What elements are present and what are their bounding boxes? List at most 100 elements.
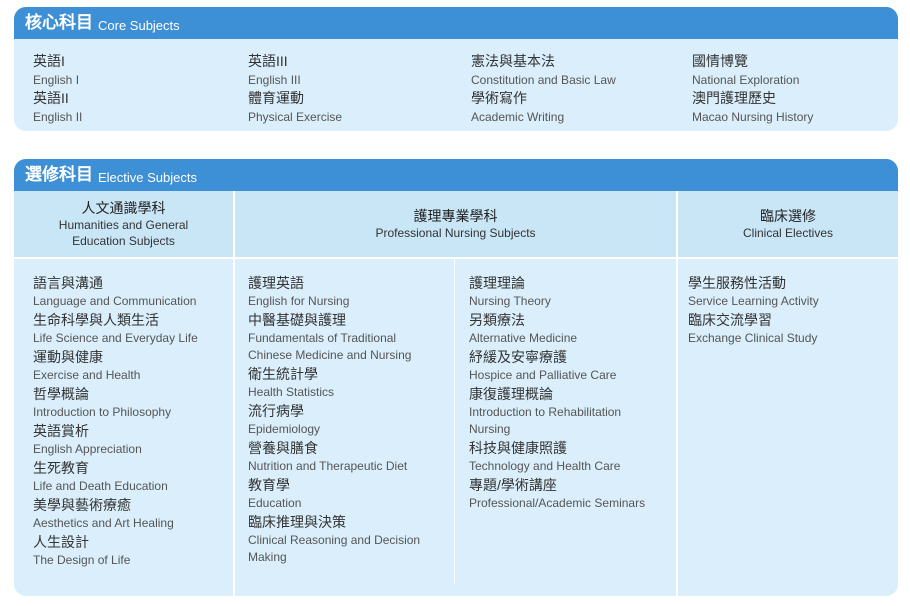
column-divider	[233, 191, 235, 596]
subject-name-en: Life and Death Education	[33, 479, 168, 493]
list-item: 流行病學 Epidemiology	[248, 401, 443, 438]
subject-name-en: Clinical Reasoning and Decision Making	[248, 533, 421, 564]
list-item: 另類療法 Alternative Medicine	[469, 310, 664, 347]
core-subject-zh: 英語II	[33, 90, 69, 106]
subject-name-en: Nutrition and Therapeutic Diet	[248, 459, 408, 473]
subject-name-zh: 流行病學	[248, 403, 304, 419]
list-item: 營養與膳食 Nutrition and Therapeutic Diet	[248, 438, 443, 475]
category-title-en: Education Subjects	[72, 234, 175, 248]
subject-name-en: Exchange Clinical Study	[688, 331, 818, 345]
subject-name-en: Professional/Academic Seminars	[469, 496, 646, 510]
subject-name-en: Life Science and Everyday Life	[33, 331, 198, 345]
subject-name-zh: 中醫基礎與護理	[248, 312, 346, 328]
subject-name-zh: 學生服務性活動	[688, 275, 786, 291]
core-column-4: 國情博覽 National Exploration 澳門護理歷史 Macao N…	[692, 52, 813, 126]
elective-title-en: Elective Subjects	[98, 170, 197, 185]
subject-name-zh: 營養與膳食	[248, 440, 318, 456]
list-item: 專題/學術講座 Professional/Academic Seminars	[469, 475, 664, 512]
core-subjects-card: 核心科目 Core Subjects 英語I English I 英語II En…	[14, 7, 898, 131]
subject-name-zh: 衛生統計學	[248, 366, 318, 382]
subject-name-en: Health Statistics	[248, 385, 335, 399]
core-subjects-grid: 英語I English I 英語II English II 英語III Engl…	[14, 39, 898, 131]
nursing-category-header: 護理專業學科 Professional Nursing Subjects	[235, 191, 676, 257]
core-subject-zh: 國情博覽	[692, 53, 748, 69]
subject-name-en: English Appreciation	[33, 442, 142, 456]
core-subject-en: Academic Writing	[471, 110, 565, 124]
core-subject-zh: 學術寫作	[471, 90, 527, 106]
subject-name-zh: 英語賞析	[33, 423, 89, 439]
subject-name-en: Epidemiology	[248, 422, 321, 436]
category-title-zh: 護理專業學科	[413, 208, 498, 224]
nursing-subject-list-left: 護理英語 English for Nursing 中醫基礎與護理 Fundament…	[248, 273, 443, 566]
subject-name-zh: 生死教育	[33, 460, 89, 476]
subject-name-en: Fundamentals of Traditional Chinese Medi…	[248, 331, 412, 362]
clinical-category-header: 臨床選修 Clinical Electives	[678, 191, 898, 257]
subject-name-en: Language and Communication	[33, 294, 197, 308]
list-item: 語言與溝通 Language and Communication	[33, 273, 228, 310]
list-item: 科技與健康照護 Technology and Health Care	[469, 438, 664, 475]
core-subject-en: Macao Nursing History	[692, 110, 814, 124]
core-subject-en: National Exploration	[692, 73, 800, 87]
subject-name-zh: 臨床交流學習	[688, 312, 772, 328]
list-item: 衛生統計學 Health Statistics	[248, 364, 443, 401]
core-column-2: 英語III English III 體育運動 Physical Exercise	[248, 52, 342, 126]
list-item: 護理英語 English for Nursing	[248, 273, 443, 310]
subject-name-en: Exercise and Health	[33, 368, 141, 382]
subject-name-zh: 專題/學術講座	[469, 477, 557, 493]
subject-name-zh: 哲學概論	[33, 386, 89, 402]
subject-name-zh: 另類療法	[469, 312, 525, 328]
subject-name-zh: 語言與溝通	[33, 275, 103, 291]
category-title-zh: 人文通識學科	[81, 200, 166, 216]
subject-name-zh: 康復護理概論	[469, 386, 553, 402]
subject-name-en: Hospice and Palliative Care	[469, 368, 617, 382]
list-item: 美學與藝術療癒 Aesthetics and Art Healing	[33, 495, 228, 532]
list-item: 護理理論 Nursing Theory	[469, 273, 664, 310]
subject-name-zh: 美學與藝術療癒	[33, 497, 131, 513]
core-subject-en: English I	[33, 73, 80, 87]
nursing-subject-list-right: 護理理論 Nursing Theory 另類療法 Alternative Medic…	[469, 273, 664, 512]
list-item: 臨床推理與決策 Clinical Reasoning and Decision M…	[248, 512, 443, 566]
elective-title-zh: 選修科目	[25, 165, 93, 184]
subject-name-zh: 人生設計	[33, 534, 89, 550]
subject-name-zh: 科技與健康照護	[469, 440, 567, 456]
elective-subjects-header: 選修科目 Elective Subjects	[14, 159, 898, 191]
subject-name-en: Service Learning Activity	[688, 294, 819, 308]
list-item: 生死教育 Life and Death Education	[33, 458, 228, 495]
core-column-1: 英語I English I 英語II English II	[33, 52, 82, 126]
elective-subjects-card: 選修科目 Elective Subjects 人文通識學科 Humanities…	[14, 159, 898, 596]
list-item: 生命科學與人類生活 Life Science and Everyday Life	[33, 310, 228, 347]
core-subject-zh: 英語I	[33, 53, 65, 69]
column-divider	[676, 191, 678, 596]
subject-name-en: Nursing Theory	[469, 294, 551, 308]
core-subject-zh: 體育運動	[248, 90, 304, 106]
humanities-subject-list: 語言與溝通 Language and Communication 生命科學與人類生…	[33, 273, 228, 569]
subject-name-zh: 護理英語	[248, 275, 304, 291]
column-divider	[454, 259, 455, 584]
subject-name-zh: 教育學	[248, 477, 290, 493]
category-title-zh: 臨床選修	[760, 208, 816, 224]
core-subject-zh: 英語III	[248, 53, 288, 69]
subject-name-zh: 紓緩及安寧療護	[469, 349, 567, 365]
list-item: 中醫基礎與護理 Fundamentals of Traditional Chine…	[248, 310, 443, 364]
core-subject-zh: 澳門護理歷史	[692, 90, 776, 106]
core-title-zh: 核心科目	[25, 13, 93, 32]
clinical-subject-list: 學生服務性活動 Service Learning Activity 臨床交流學習 E…	[688, 273, 888, 347]
core-title-en: Core Subjects	[98, 18, 180, 33]
subject-name-zh: 運動與健康	[33, 349, 103, 365]
list-item: 運動與健康 Exercise and Health	[33, 347, 228, 384]
list-item: 哲學概論 Introduction to Philosophy	[33, 384, 228, 421]
subject-name-en: The Design of Life	[33, 553, 131, 567]
category-title-en: Clinical Electives	[742, 226, 834, 240]
humanities-category-header: 人文通識學科 Humanities and General Education …	[14, 191, 233, 257]
list-item: 教育學 Education	[248, 475, 443, 512]
list-item: 人生設計 The Design of Life	[33, 532, 228, 569]
core-subjects-header: 核心科目 Core Subjects	[14, 7, 898, 39]
subject-name-en: Introduction to Philosophy	[33, 405, 172, 419]
list-item: 英語賞析 English Appreciation	[33, 421, 228, 458]
subject-name-zh: 護理理論	[469, 275, 525, 291]
subject-name-en: Technology and Health Care	[469, 459, 621, 473]
core-subject-en: Constitution and Basic Law	[471, 73, 616, 87]
subject-name-en: Alternative Medicine	[469, 331, 578, 345]
list-item: 臨床交流學習 Exchange Clinical Study	[688, 310, 888, 347]
subject-name-en: Introduction to Rehabilitation Nursing	[469, 405, 622, 436]
